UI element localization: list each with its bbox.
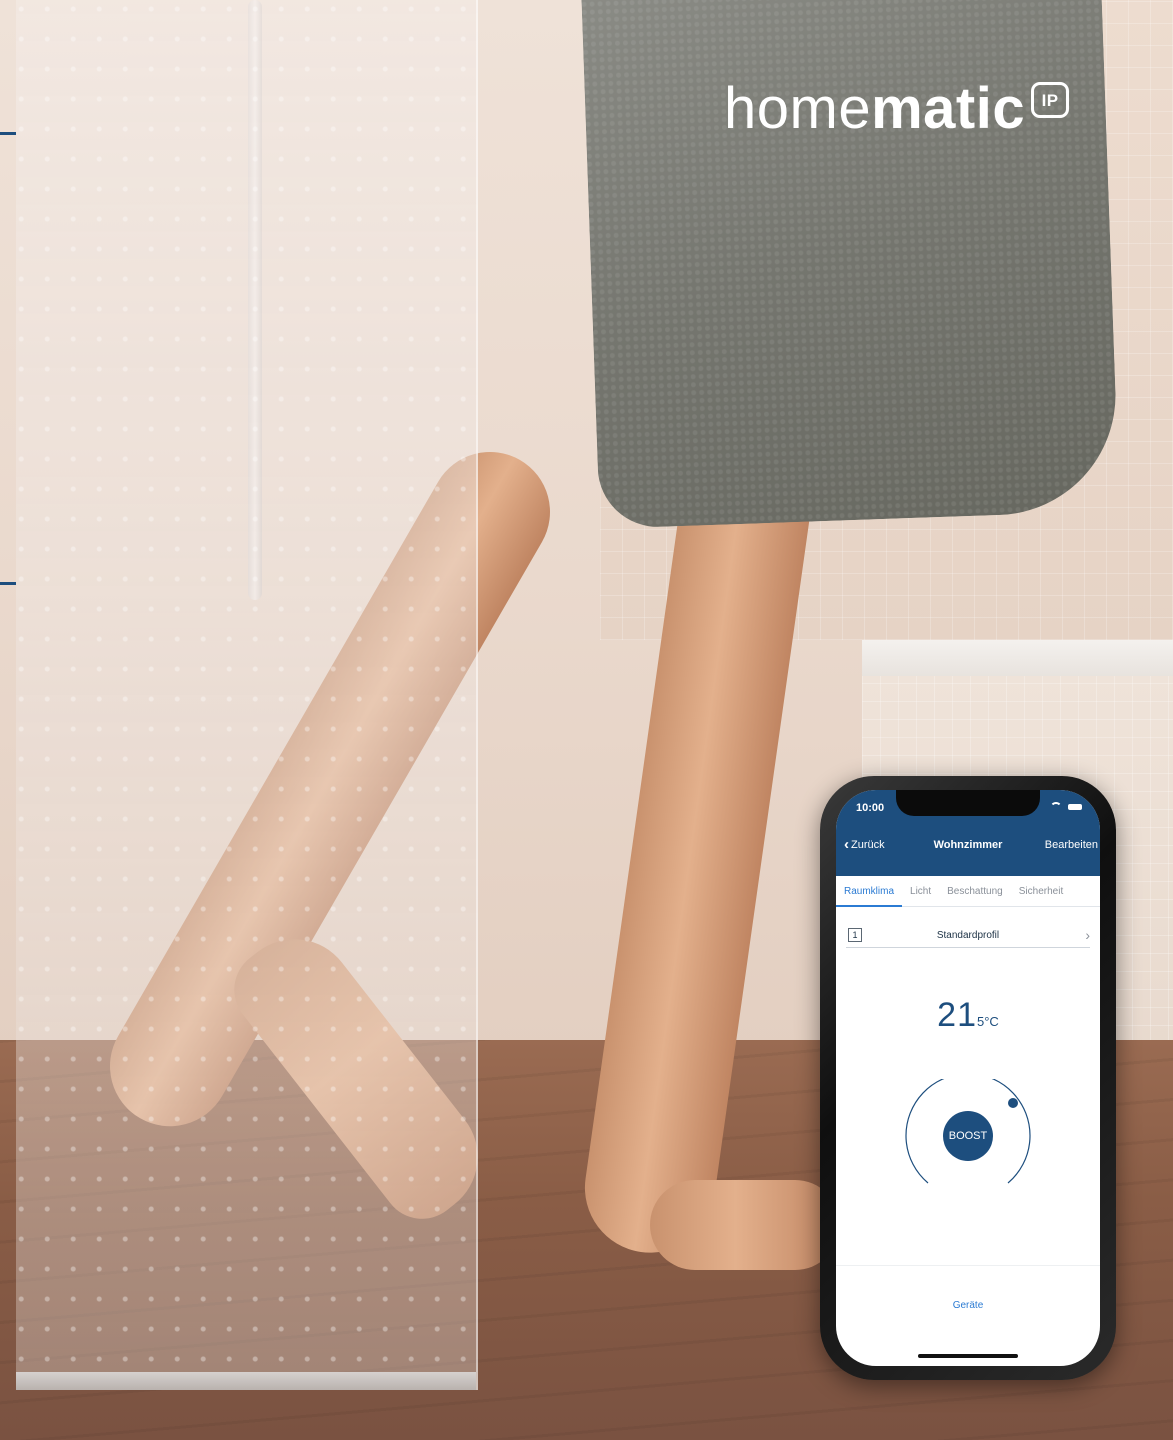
side-accent-bar-bottom <box>0 582 16 585</box>
tab-licht[interactable]: Licht <box>902 876 939 906</box>
shower-glass-base <box>16 1372 476 1390</box>
status-icons <box>1050 802 1082 811</box>
nav-bar: ‹ Zurück Wohnzimmer Bearbeiten <box>836 834 1100 856</box>
profile-selector[interactable]: 1 Standardprofil › <box>846 923 1090 948</box>
battery-icon <box>1068 803 1082 810</box>
profile-number: 1 <box>848 928 862 942</box>
edit-button[interactable]: Bearbeiten <box>1045 839 1098 851</box>
side-accent-bar-top <box>0 132 16 135</box>
tab-sicherheit[interactable]: Sicherheit <box>1011 876 1071 906</box>
wifi-icon <box>1050 802 1062 811</box>
chevron-left-icon: ‹ <box>844 835 849 853</box>
logo-text-bold: matic <box>871 76 1026 141</box>
homematic-ip-logo: home matic IP <box>724 76 1070 141</box>
logo-text-light: home <box>724 76 872 141</box>
chevron-right-icon: › <box>1085 927 1090 943</box>
home-indicator <box>918 1354 1018 1358</box>
logo-ip-badge: IP <box>1031 82 1070 118</box>
phone-notch <box>896 790 1040 816</box>
temperature-display: 215°C <box>836 996 1100 1035</box>
foot-front <box>650 1180 840 1270</box>
devices-link[interactable]: Geräte <box>836 1300 1100 1311</box>
back-button[interactable]: ‹ Zurück <box>844 835 885 853</box>
status-time: 10:00 <box>856 802 885 814</box>
tab-raumklima[interactable]: Raumklima <box>836 876 903 907</box>
temperature-sub: 5°C <box>977 1014 999 1029</box>
temperature-dial[interactable]: BOOST <box>898 1079 1038 1199</box>
profile-name: Standardprofil <box>936 929 1000 941</box>
bathtub-ledge <box>862 640 1173 676</box>
room-tabs: Raumklima Licht Beschattung Sicherheit <box>836 876 1100 907</box>
dial-handle[interactable] <box>1008 1098 1018 1108</box>
tab-beschattung[interactable]: Beschattung <box>939 876 1011 906</box>
phone-screen: 10:00 ‹ Zurück Wohnzimmer Bearbeiten Rau… <box>836 790 1100 1366</box>
bottom-bar: Geräte <box>836 1265 1100 1366</box>
temperature-main: 21 <box>937 996 977 1034</box>
shower-glass-door <box>16 0 478 1390</box>
smartphone: 10:00 ‹ Zurück Wohnzimmer Bearbeiten Rau… <box>820 776 1116 1380</box>
boost-button[interactable]: BOOST <box>943 1111 993 1161</box>
back-label: Zurück <box>851 839 885 851</box>
